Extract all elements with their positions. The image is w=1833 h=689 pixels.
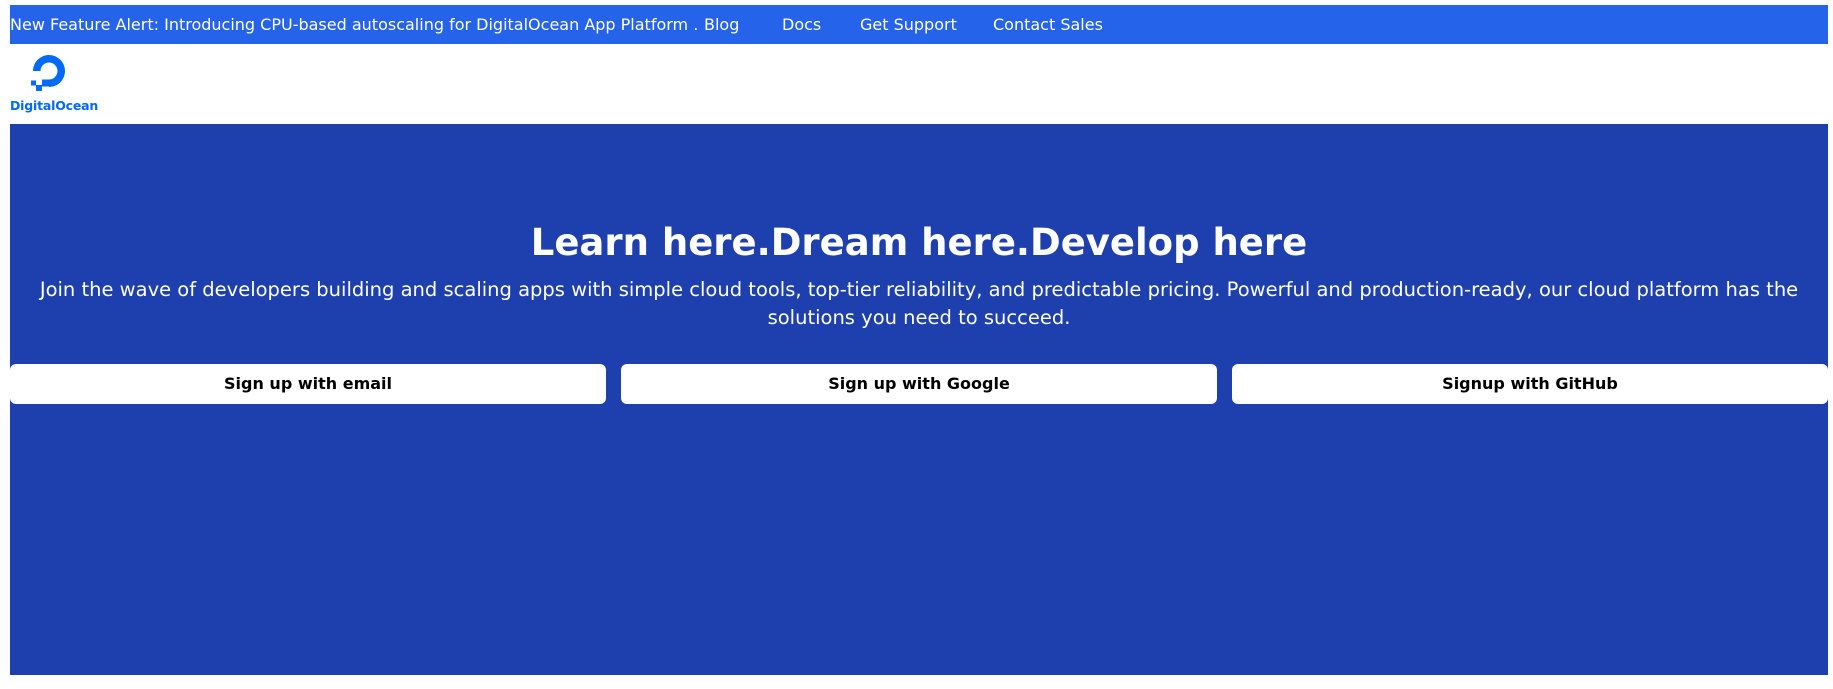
- nav-link-get-support[interactable]: Get Support: [860, 5, 957, 44]
- nav-link-blog[interactable]: Blog: [704, 5, 739, 44]
- announcement-bar: New Feature Alert: Introducing CPU-based…: [10, 5, 1828, 44]
- signup-email-button[interactable]: Sign up with email: [10, 364, 606, 404]
- feature-alert-text[interactable]: New Feature Alert: Introducing CPU-based…: [10, 5, 698, 44]
- page: New Feature Alert: Introducing CPU-based…: [0, 0, 1833, 689]
- digitalocean-logo[interactable]: DigitalOcean: [10, 53, 98, 115]
- hero-description: Join the wave of developers building and…: [39, 278, 1799, 329]
- signup-github-button[interactable]: Signup with GitHub: [1232, 364, 1828, 404]
- logo-wordmark: DigitalOcean: [10, 98, 99, 113]
- nav-link-contact-sales[interactable]: Contact Sales: [993, 5, 1103, 44]
- hero-section: Learn here.Dream here.Develop here Join …: [10, 124, 1828, 675]
- signup-google-button[interactable]: Sign up with Google: [621, 364, 1217, 404]
- digitalocean-logo-icon: [31, 55, 65, 91]
- nav-link-docs[interactable]: Docs: [782, 5, 821, 44]
- hero-title: Learn here.Dream here.Develop here: [530, 221, 1308, 264]
